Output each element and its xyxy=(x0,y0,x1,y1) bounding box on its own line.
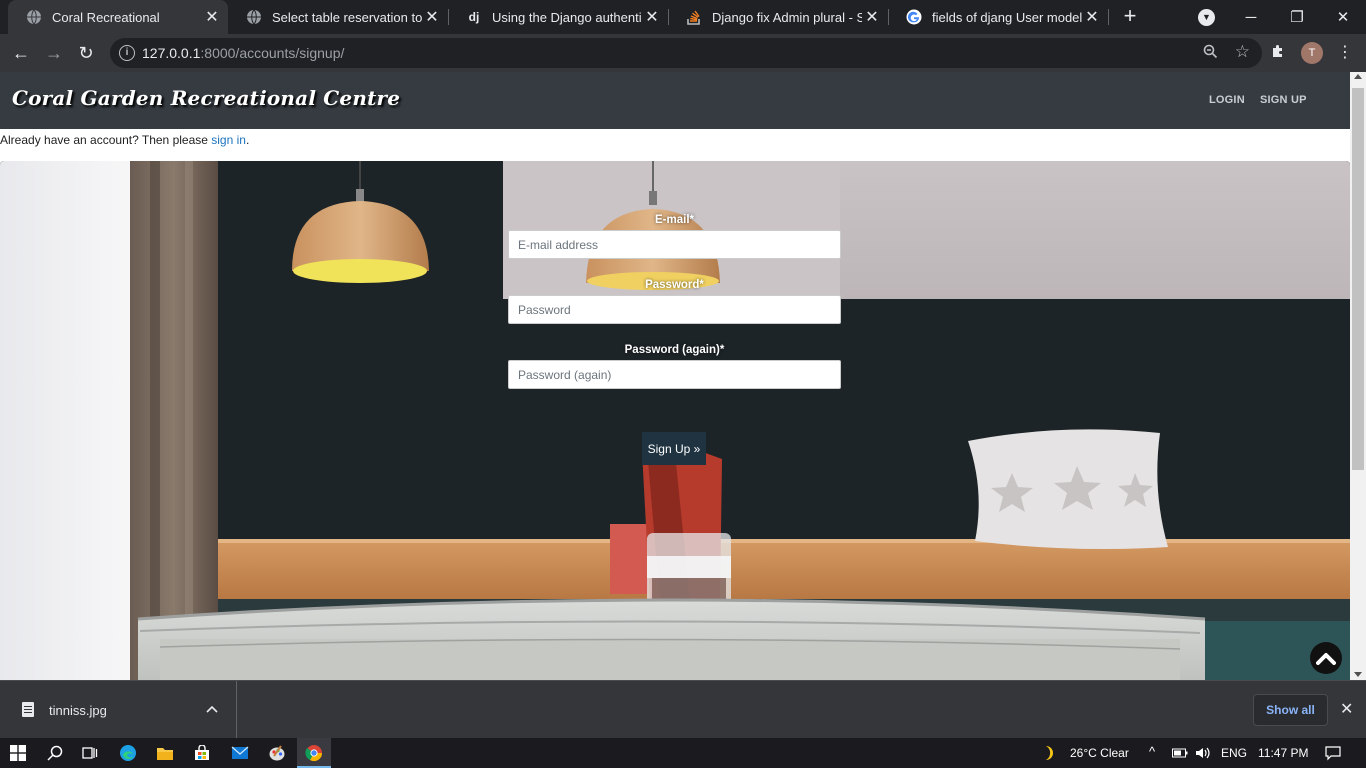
minimize-button[interactable]: ─ xyxy=(1228,0,1274,34)
windows-start-icon[interactable] xyxy=(8,743,28,763)
django-icon: dj xyxy=(468,10,480,24)
moon-weather-icon[interactable] xyxy=(1040,743,1060,763)
chevron-up-icon[interactable] xyxy=(206,701,218,716)
tab-title: Coral Recreational xyxy=(52,9,160,25)
forward-arrow-icon[interactable]: → xyxy=(40,39,68,67)
address-bar[interactable]: i 127.0.0.1:8000/accounts/signup/ ☆ xyxy=(110,38,1262,68)
chrome-icon[interactable] xyxy=(304,743,324,763)
scroll-to-top-button[interactable] xyxy=(1310,642,1342,674)
download-file-name: tinniss.jpg xyxy=(49,703,107,718)
window-controls: ─ ❐ ✕ xyxy=(1228,0,1366,34)
scroll-up-arrow-icon[interactable] xyxy=(1354,74,1362,79)
close-icon[interactable]: ✕ xyxy=(862,7,882,27)
email-label: E-mail* xyxy=(655,214,694,226)
tab-separator xyxy=(1108,9,1109,25)
signup-form: E-mail* Password* Password (again)* xyxy=(508,214,841,409)
scroll-down-arrow-icon[interactable] xyxy=(1354,672,1362,677)
password-field-group: Password* xyxy=(508,279,841,324)
bookmark-star-icon[interactable]: ☆ xyxy=(1235,42,1250,62)
google-icon xyxy=(906,9,922,25)
nav-login-link[interactable]: LOGIN xyxy=(1209,94,1245,106)
info-icon[interactable]: i xyxy=(119,45,135,61)
paint-icon[interactable] xyxy=(267,743,287,763)
tab-django-admin-plural[interactable]: Django fix Admin plural - Sta ✕ xyxy=(668,0,888,34)
url-path: :8000/accounts/signup/ xyxy=(200,45,345,61)
extensions-puzzle-icon[interactable] xyxy=(1270,43,1286,63)
edge-browser-icon[interactable] xyxy=(118,743,138,763)
tab-title: Select table reservation to ch xyxy=(272,9,422,25)
show-all-button[interactable]: Show all xyxy=(1253,694,1328,726)
site-brand[interactable]: Coral Garden Recreational Centre xyxy=(12,86,400,110)
tab-title: Using the Django authenticat xyxy=(492,9,642,25)
zoom-icon[interactable] xyxy=(1203,44,1218,62)
close-icon[interactable]: ✕ xyxy=(1340,699,1353,719)
menu-dots-icon[interactable]: ⋮ xyxy=(1337,42,1353,64)
email-field-group: E-mail* xyxy=(508,214,841,259)
password-label: Password* xyxy=(645,279,704,291)
battery-icon[interactable] xyxy=(1170,743,1190,763)
close-window-button[interactable]: ✕ xyxy=(1320,0,1366,34)
web-page: Coral Garden Recreational Centre LOGIN S… xyxy=(0,72,1350,680)
globe-icon xyxy=(26,9,42,25)
email-input[interactable] xyxy=(508,230,841,259)
reload-icon[interactable]: ↻ xyxy=(72,39,100,67)
scrollbar-thumb[interactable] xyxy=(1352,88,1364,470)
close-icon[interactable]: ✕ xyxy=(422,7,442,27)
password-again-field-group: Password (again)* xyxy=(508,344,841,389)
already-text: Already have an account? Then please xyxy=(0,133,212,147)
file-icon xyxy=(22,702,34,717)
file-explorer-icon[interactable] xyxy=(155,743,175,763)
tab-django-user-model[interactable]: fields of djang User model - ( ✕ xyxy=(888,0,1108,34)
weather-text[interactable]: 26°C Clear xyxy=(1070,746,1129,760)
sign-in-link[interactable]: sign in xyxy=(211,133,246,147)
password-input[interactable] xyxy=(508,295,841,324)
tab-title: fields of djang User model - ( xyxy=(932,9,1082,25)
volume-icon[interactable] xyxy=(1193,743,1213,763)
page-scrollbar[interactable] xyxy=(1350,72,1366,680)
language-indicator[interactable]: ENG xyxy=(1221,746,1247,760)
clock-time[interactable]: 11:47 PM xyxy=(1258,746,1308,760)
sign-up-button[interactable]: Sign Up » xyxy=(642,432,706,465)
close-icon[interactable]: ✕ xyxy=(202,7,222,27)
password-again-input[interactable] xyxy=(508,360,841,389)
mail-icon[interactable] xyxy=(230,743,250,763)
nav-signup-link[interactable]: SIGN UP xyxy=(1260,94,1307,106)
chevron-up-icon[interactable]: ^ xyxy=(1149,744,1155,759)
password-again-label: Password (again)* xyxy=(624,344,725,356)
tab-django-authentication[interactable]: dj Using the Django authenticat ✕ xyxy=(448,0,668,34)
tab-select-table-reservation[interactable]: Select table reservation to ch ✕ xyxy=(228,0,448,34)
close-icon[interactable]: ✕ xyxy=(1082,7,1102,27)
download-item[interactable]: tinniss.jpg xyxy=(0,681,237,739)
store-icon[interactable] xyxy=(192,743,212,763)
tab-coral-recreational[interactable]: Coral Recreational ✕ xyxy=(8,0,228,34)
already-suffix: . xyxy=(245,133,250,147)
profile-avatar[interactable]: T xyxy=(1301,42,1323,64)
restore-button[interactable]: ❐ xyxy=(1274,0,1320,34)
url-text[interactable]: 127.0.0.1:8000/accounts/signup/ xyxy=(142,45,344,61)
tab-title: Django fix Admin plural - Sta xyxy=(712,9,862,25)
stackoverflow-icon xyxy=(686,9,702,25)
already-account-text: Already have an account? Then please sig… xyxy=(0,133,249,147)
url-host: 127.0.0.1 xyxy=(142,45,201,61)
globe-icon xyxy=(246,9,262,25)
site-navbar: Coral Garden Recreational Centre LOGIN S… xyxy=(0,72,1350,129)
back-arrow-icon[interactable]: ← xyxy=(7,39,35,67)
chevron-up-icon xyxy=(1316,653,1336,665)
downloads-bar: tinniss.jpg Show all ✕ xyxy=(0,680,1366,739)
notifications-icon[interactable] xyxy=(1323,743,1343,763)
search-icon[interactable] xyxy=(45,743,65,763)
close-icon[interactable]: ✕ xyxy=(642,7,662,27)
windows-taskbar: 26°C Clear ^ ENG 11:47 PM xyxy=(0,738,1366,768)
browser-tab-strip: Coral Recreational ✕ Select table reserv… xyxy=(0,0,1366,34)
tab-search-icon[interactable]: ▼ xyxy=(1198,9,1215,26)
browser-toolbar: ← → ↻ i 127.0.0.1:8000/accounts/signup/ … xyxy=(0,34,1366,72)
task-view-icon[interactable] xyxy=(80,743,100,763)
new-tab-button[interactable]: + xyxy=(1118,4,1142,28)
